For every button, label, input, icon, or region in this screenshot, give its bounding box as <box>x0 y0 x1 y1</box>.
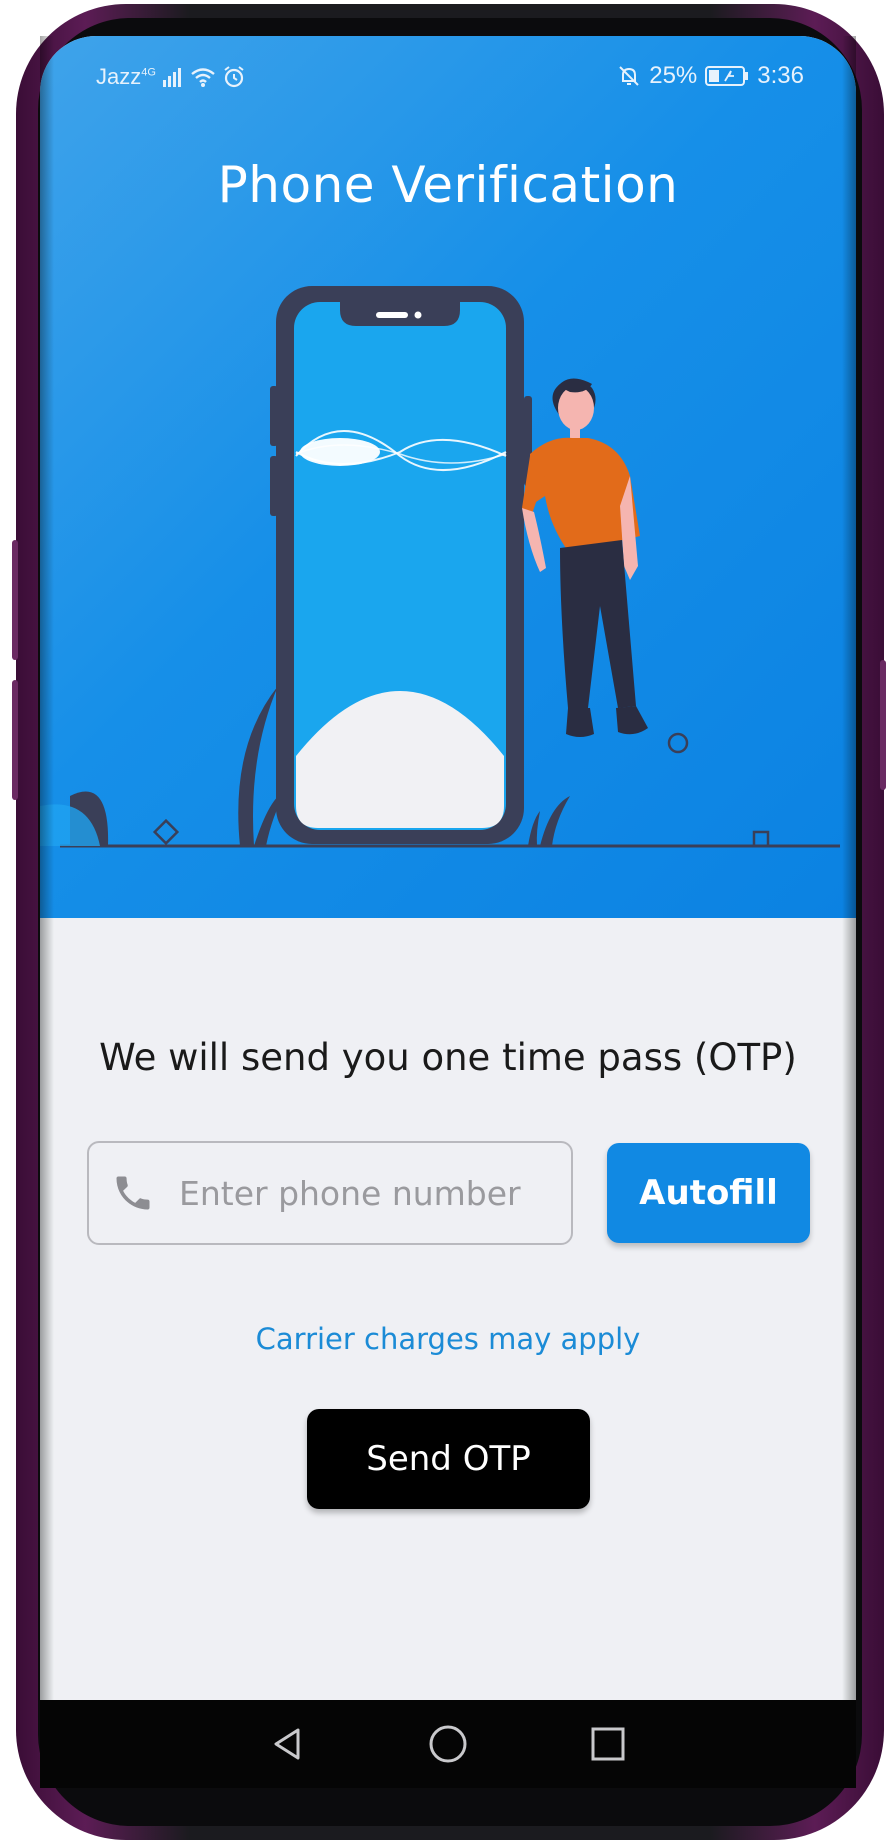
home-button[interactable] <box>423 1719 473 1769</box>
page-title: Phone Verification <box>217 156 679 214</box>
phone-number-input[interactable] <box>177 1172 561 1214</box>
autofill-button[interactable]: Autofill <box>607 1143 810 1243</box>
status-bar: Jazz4G 25% 3:36 <box>40 58 856 98</box>
battery-percent: 25% <box>649 62 698 89</box>
carrier-name: Jazz4G <box>96 64 156 89</box>
hero-header: Jazz4G 25% 3:36 Phone Verification <box>40 36 856 918</box>
phone-number-field[interactable] <box>87 1141 573 1245</box>
notifications-off-icon <box>619 66 639 86</box>
power-button <box>880 660 886 790</box>
recents-icon <box>591 1727 625 1761</box>
home-icon <box>429 1725 467 1763</box>
screen-edge-shadow <box>40 36 54 1700</box>
clock-time: 3:36 <box>757 62 804 89</box>
phone-verification-illustration <box>40 286 840 848</box>
send-otp-button[interactable]: Send OTP <box>307 1409 590 1509</box>
recents-button[interactable] <box>583 1719 633 1769</box>
volume-button <box>12 540 18 660</box>
battery-icon <box>705 66 749 86</box>
network-type: 4G <box>141 66 156 79</box>
otp-message: We will send you one time pass (OTP) <box>99 1036 797 1079</box>
back-icon <box>274 1728 300 1760</box>
alarm-icon <box>224 66 244 88</box>
signal-icon <box>162 68 181 87</box>
app-screen: Jazz4G 25% 3:36 Phone Verification We wi… <box>40 36 856 1776</box>
carrier-charges-note: Carrier charges may apply <box>255 1322 641 1356</box>
screen-edge-shadow <box>842 36 856 1700</box>
system-navigation-bar <box>40 1700 856 1788</box>
volume-button <box>12 680 18 800</box>
back-button[interactable] <box>263 1719 313 1769</box>
phone-icon <box>116 1176 150 1210</box>
wifi-icon <box>191 68 215 87</box>
